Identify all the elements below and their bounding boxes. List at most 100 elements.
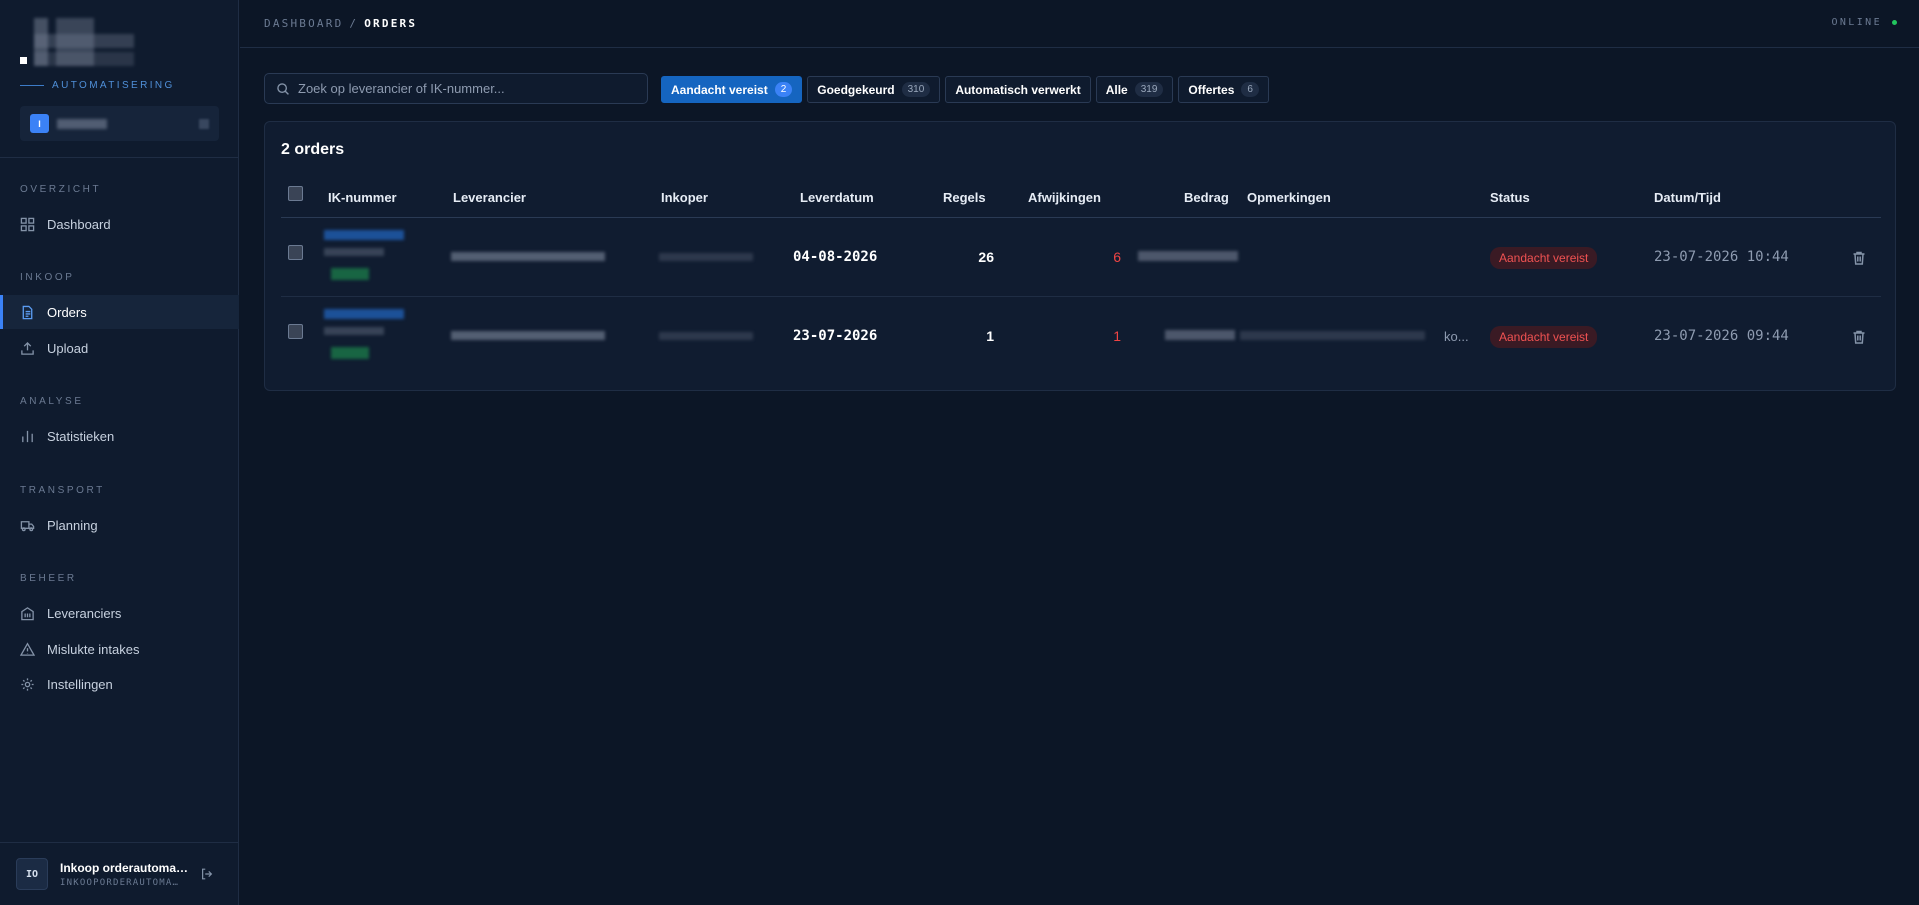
table-header-divider xyxy=(281,217,1881,218)
filter-alle[interactable]: Alle 319 xyxy=(1095,76,1174,103)
column-leverancier[interactable]: Leverancier xyxy=(453,190,526,205)
sidebar-item-leveranciers[interactable]: Leveranciers xyxy=(0,596,239,630)
sidebar-item-instellingen[interactable]: Instellingen xyxy=(0,667,239,701)
sidebar-item-label: Statistieken xyxy=(47,428,115,444)
amount-redacted xyxy=(1138,251,1238,261)
filter-goedgekeurd[interactable]: Goedgekeurd 310 xyxy=(807,76,941,103)
breadcrumb: DASHBOARD / ORDERS xyxy=(264,17,417,30)
ik-number-redacted[interactable] xyxy=(324,230,404,240)
ik-subtext-redacted xyxy=(324,248,384,256)
logout-icon[interactable] xyxy=(200,867,214,881)
line-count: 26 xyxy=(978,249,994,265)
line-count: 1 xyxy=(986,328,994,344)
remarks-text: ko... xyxy=(1444,329,1469,344)
sidebar-item-label: Orders xyxy=(47,304,87,320)
nav-section-transport: TRANSPORT xyxy=(20,485,105,496)
warning-icon xyxy=(20,641,35,656)
column-afwijkingen[interactable]: Afwijkingen xyxy=(1028,190,1101,205)
tagline-text: AUTOMATISERING xyxy=(52,80,175,91)
brand-tagline: AUTOMATISERING xyxy=(20,80,175,91)
filter-label: Goedgekeurd xyxy=(817,82,895,97)
filter-count: 2 xyxy=(774,82,793,97)
user-name: Inkoop orderautoma… xyxy=(60,860,189,875)
sidebar-item-label: Mislukte intakes xyxy=(47,641,140,657)
organization-switcher[interactable]: I xyxy=(20,106,219,141)
grid-icon xyxy=(20,217,35,231)
status-badge: Aandacht vereist xyxy=(1490,326,1598,348)
column-opmerkingen[interactable]: Opmerkingen xyxy=(1247,190,1331,205)
nav-section-beheer: BEHEER xyxy=(20,573,77,584)
status-text: ONLINE xyxy=(1831,17,1882,28)
connection-status: ONLINE xyxy=(1831,17,1897,28)
user-info: Inkoop orderautoma… INKOOPORDERAUTOMA… xyxy=(60,861,190,888)
filter-label: Alle xyxy=(1105,82,1128,97)
delete-trash-icon[interactable] xyxy=(1851,250,1867,266)
supplier-redacted xyxy=(451,252,605,261)
sidebar-item-label: Planning xyxy=(47,517,98,533)
delete-trash-icon[interactable] xyxy=(1851,329,1867,345)
column-leverdatum[interactable]: Leverdatum xyxy=(800,190,874,205)
filter-count: 6 xyxy=(1241,82,1259,97)
order-datetime: 23-07-2026 10:44 xyxy=(1654,249,1789,265)
buyer-redacted xyxy=(659,253,753,261)
sidebar-item-label: Upload xyxy=(47,340,89,356)
breadcrumb-separator: / xyxy=(349,17,359,30)
nav-section-inkoop: INKOOP xyxy=(20,272,75,283)
column-regels[interactable]: Regels xyxy=(943,190,986,205)
gear-icon xyxy=(21,677,34,691)
row-checkbox[interactable] xyxy=(288,324,303,339)
org-avatar: I xyxy=(30,114,49,133)
supplier-redacted xyxy=(451,331,605,340)
deviation-count: 1 xyxy=(1113,328,1121,344)
logo-mark xyxy=(20,57,27,64)
breadcrumb-orders: ORDERS xyxy=(364,17,418,30)
sidebar-item-dashboard[interactable]: Dashboard xyxy=(0,207,239,241)
column-ik-nummer[interactable]: IK-nummer xyxy=(328,190,397,205)
filter-label: Offertes xyxy=(1188,82,1235,97)
ik-subtext-redacted xyxy=(324,327,384,335)
column-inkoper[interactable]: Inkoper xyxy=(661,190,708,205)
filter-count: 310 xyxy=(901,82,931,97)
search-icon xyxy=(277,82,289,95)
sidebar-item-planning[interactable]: Planning xyxy=(0,508,239,542)
bar-chart-icon xyxy=(22,430,33,442)
document-icon xyxy=(22,305,33,319)
brand-logo[interactable] xyxy=(20,16,220,70)
column-status[interactable]: Status xyxy=(1490,190,1530,205)
sidebar-item-orders[interactable]: Orders xyxy=(0,295,239,329)
column-bedrag[interactable]: Bedrag xyxy=(1184,190,1229,205)
nav-section-overzicht: OVERZICHT xyxy=(20,184,102,195)
filter-aandacht-vereist[interactable]: Aandacht vereist 2 xyxy=(661,76,803,103)
delivery-date: 23-07-2026 xyxy=(793,328,878,344)
filter-tabs: Aandacht vereist 2 Goedgekeurd 310 Autom… xyxy=(661,76,1269,103)
select-all-checkbox[interactable] xyxy=(288,186,303,201)
orders-table-card: 2 orders IK-nummer Leverancier Inkoper L… xyxy=(264,121,1896,391)
online-dot-icon xyxy=(1892,20,1897,25)
building-icon xyxy=(21,606,34,620)
filter-label: Aandacht vereist xyxy=(671,82,768,97)
sidebar-item-label: Dashboard xyxy=(47,216,111,232)
ik-number-redacted[interactable] xyxy=(324,309,404,319)
tagline-line xyxy=(20,85,44,86)
sidebar: AUTOMATISERING I OVERZICHT Dashboard INK… xyxy=(0,0,239,905)
sidebar-divider xyxy=(0,157,239,158)
breadcrumb-dashboard[interactable]: DASHBOARD xyxy=(264,17,343,30)
sidebar-item-statistieken[interactable]: Statistieken xyxy=(0,419,239,453)
user-account: INKOOPORDERAUTOMA… xyxy=(60,877,180,888)
ik-badge-redacted xyxy=(331,268,369,280)
user-profile: IO Inkoop orderautoma… INKOOPORDERAUTOMA… xyxy=(0,842,239,905)
sidebar-item-mislukte-intakes[interactable]: Mislukte intakes xyxy=(0,632,239,666)
row-divider xyxy=(281,296,1881,297)
row-checkbox[interactable] xyxy=(288,245,303,260)
filter-automatisch-verwerkt[interactable]: Automatisch verwerkt xyxy=(945,76,1091,103)
amount-redacted xyxy=(1165,330,1235,340)
chevron-icon xyxy=(199,118,209,129)
filter-label: Automatisch verwerkt xyxy=(955,82,1081,97)
sidebar-item-upload[interactable]: Upload xyxy=(0,331,239,365)
search-input[interactable] xyxy=(298,81,628,96)
filter-offertes[interactable]: Offertes 6 xyxy=(1178,76,1269,103)
filter-count: 319 xyxy=(1134,82,1164,97)
remarks-redacted xyxy=(1240,331,1425,340)
column-datum-tijd[interactable]: Datum/Tijd xyxy=(1654,190,1721,205)
sidebar-item-label: Instellingen xyxy=(47,676,113,692)
